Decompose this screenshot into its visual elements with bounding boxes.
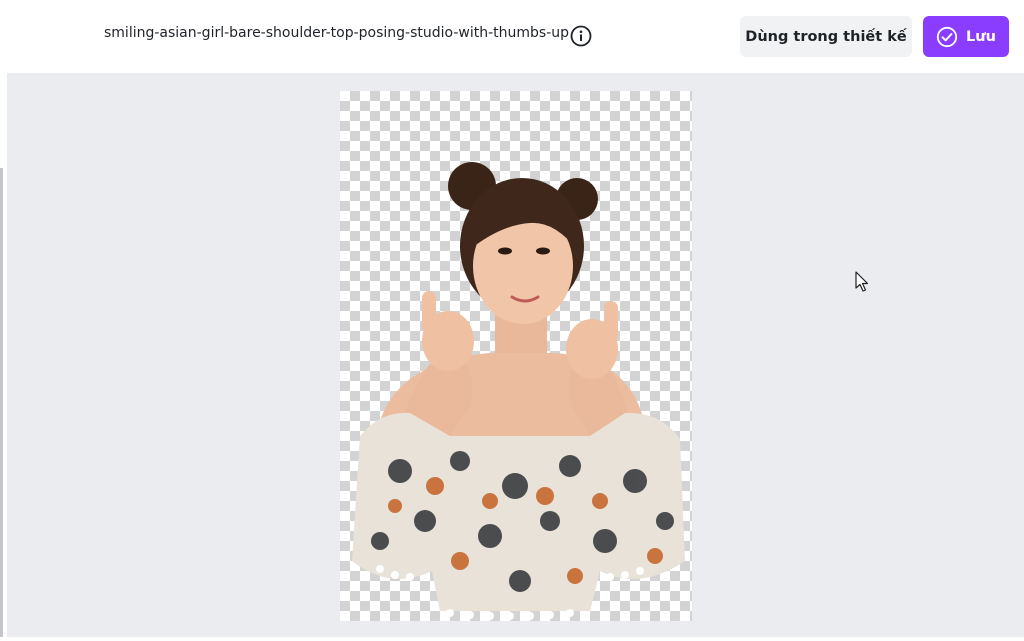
- file-name: smiling-asian-girl-bare-shoulder-top-pos…: [104, 25, 570, 41]
- left-panel-edge: [0, 73, 7, 641]
- cutout-photo: [352, 162, 685, 620]
- use-in-design-button[interactable]: Dùng trong thiết kế: [740, 16, 912, 57]
- left-eye: [498, 247, 512, 255]
- top-bar: smiling-asian-girl-bare-shoulder-top-pos…: [0, 0, 1024, 73]
- transparent-image-canvas[interactable]: [340, 91, 692, 621]
- right-fist: [566, 319, 618, 379]
- bottom-edge: [0, 637, 1024, 641]
- check-circle-icon: [936, 26, 958, 48]
- mouse-cursor-icon: [855, 271, 869, 292]
- right-eye: [536, 247, 550, 255]
- save-label: Lưu: [966, 28, 996, 45]
- info-icon[interactable]: [570, 25, 592, 47]
- save-button[interactable]: Lưu: [923, 16, 1009, 57]
- left-fist: [422, 311, 474, 371]
